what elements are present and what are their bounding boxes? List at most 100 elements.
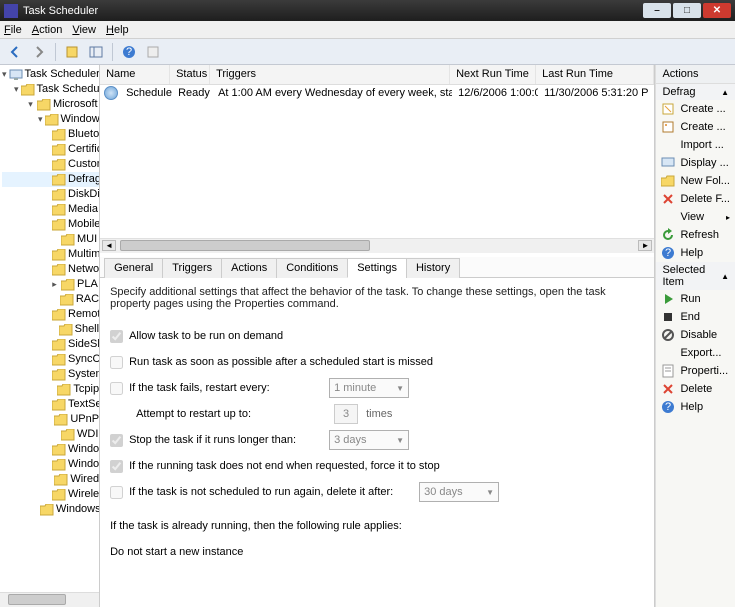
- action-export[interactable]: Export...: [656, 344, 735, 362]
- col-lastrun[interactable]: Last Run Time: [536, 65, 654, 84]
- tree-node-microsoft[interactable]: ▾Microsoft: [2, 97, 99, 112]
- minimize-button[interactable]: –: [643, 3, 671, 18]
- tree-node-customer-expe[interactable]: Customer Expe: [2, 157, 99, 172]
- stop-if-long-checkbox[interactable]: [110, 434, 123, 447]
- col-triggers[interactable]: Triggers: [210, 65, 450, 84]
- tree-node-certificateserv[interactable]: CertificateServ: [2, 142, 99, 157]
- menu-file[interactable]: File: [4, 24, 22, 36]
- tree-node-windowscalen[interactable]: WindowsCalen: [2, 457, 99, 472]
- action-help2[interactable]: ?Help: [656, 398, 735, 416]
- tree-node-task-scheduler-library[interactable]: ▾Task Scheduler Library: [2, 82, 99, 97]
- toolbar-panel-button[interactable]: [85, 42, 107, 62]
- tab-settings[interactable]: Settings: [347, 258, 407, 278]
- tree-node-networkacces[interactable]: NetworkAcces: [2, 262, 99, 277]
- action-disable[interactable]: Disable: [656, 326, 735, 344]
- tree-node-defrag[interactable]: Defrag: [2, 172, 99, 187]
- tree-node-shell[interactable]: Shell: [2, 322, 99, 337]
- blank-icon: [661, 346, 675, 360]
- tab-history[interactable]: History: [406, 258, 460, 278]
- tree-node-diskdiagnostic[interactable]: DiskDiagnostic: [2, 187, 99, 202]
- tree-node-windows-error[interactable]: Windows Error: [2, 442, 99, 457]
- delete-after-checkbox[interactable]: [110, 486, 123, 499]
- tree-node-wdi[interactable]: WDI: [2, 427, 99, 442]
- cell-nextrun: 12/6/2006 1:00:00 AM: [452, 86, 538, 100]
- action-delete-task[interactable]: Delete: [656, 380, 735, 398]
- action-view[interactable]: View▸: [656, 208, 735, 226]
- actions-section-folder[interactable]: Defrag▲: [656, 84, 735, 100]
- run-icon: [661, 292, 675, 306]
- nav-back-button[interactable]: [4, 42, 26, 62]
- action-import[interactable]: Import ...: [656, 136, 735, 154]
- task-row[interactable]: ScheduledD... Ready At 1:00 AM every Wed…: [100, 85, 654, 101]
- menu-help[interactable]: Help: [106, 24, 129, 36]
- close-button[interactable]: ✕: [703, 3, 731, 18]
- folder-icon: [21, 84, 35, 96]
- folder-icon: [52, 249, 66, 261]
- tree-node-bluetooth[interactable]: Bluetooth: [2, 127, 99, 142]
- tab-general[interactable]: General: [104, 258, 163, 278]
- tree-node-windows[interactable]: ▾Windows: [2, 112, 99, 127]
- tree-node-upnp[interactable]: UPnP: [2, 412, 99, 427]
- tree-node-sideshow[interactable]: SideShow: [2, 337, 99, 352]
- column-headers[interactable]: Name Status Triggers Next Run Time Last …: [100, 65, 654, 85]
- task-list[interactable]: Name Status Triggers Next Run Time Last …: [100, 65, 654, 253]
- action-create-task[interactable]: Create ...: [656, 118, 735, 136]
- allow-on-demand-checkbox[interactable]: [110, 330, 123, 343]
- tree-node-synccenter[interactable]: SyncCenter: [2, 352, 99, 367]
- col-name[interactable]: Name: [100, 65, 170, 84]
- tree-node-remoteassista[interactable]: RemoteAssista: [2, 307, 99, 322]
- attempt-count-field[interactable]: 3: [334, 404, 358, 424]
- tree-node-rac[interactable]: RAC: [2, 292, 99, 307]
- action-properties[interactable]: Properti...: [656, 362, 735, 380]
- maximize-button[interactable]: □: [673, 3, 701, 18]
- menu-view[interactable]: View: [72, 24, 96, 36]
- toollbar-action-button[interactable]: [61, 42, 83, 62]
- tree-node-tcpip[interactable]: Tcpip: [2, 382, 99, 397]
- col-status[interactable]: Status: [170, 65, 210, 84]
- tree-node-task-scheduler-local-[interactable]: ▾Task Scheduler (Local): [2, 67, 99, 82]
- toolbar-help-button[interactable]: ?: [118, 42, 140, 62]
- tab-actions[interactable]: Actions: [221, 258, 277, 278]
- menu-action[interactable]: Action: [32, 24, 63, 36]
- tab-triggers[interactable]: Triggers: [162, 258, 222, 278]
- nav-forward-button[interactable]: [28, 42, 50, 62]
- action-display[interactable]: Display ...: [656, 154, 735, 172]
- action-create-basic[interactable]: Create ...: [656, 100, 735, 118]
- action-end[interactable]: End: [656, 308, 735, 326]
- action-delete-folder[interactable]: Delete F...: [656, 190, 735, 208]
- stop-duration-combo[interactable]: 3 days▼: [329, 430, 409, 450]
- cell-lastrun: 11/30/2006 5:31:20 P: [538, 86, 654, 100]
- actions-pane: Actions Defrag▲ Create ...Create ...Impo…: [655, 65, 735, 607]
- folder-icon: [52, 489, 66, 501]
- tree-node-pla[interactable]: ▸PLA: [2, 277, 99, 292]
- list-hscrollbar[interactable]: ◄►: [100, 238, 654, 253]
- tree-node-systemrestore[interactable]: SystemRestore: [2, 367, 99, 382]
- tree-node-windows-defende[interactable]: Windows Defende: [2, 502, 99, 517]
- tree-node-mobilepc[interactable]: MobilePC: [2, 217, 99, 232]
- restart-on-fail-checkbox[interactable]: [110, 382, 123, 395]
- navigation-tree[interactable]: ▾Task Scheduler (Local)▾Task Scheduler L…: [0, 65, 100, 607]
- folder-icon: [60, 294, 74, 306]
- tree-node-wireless[interactable]: Wireless: [2, 487, 99, 502]
- tree-node-multimedia[interactable]: Multimedia: [2, 247, 99, 262]
- actions-section-selected[interactable]: Selected Item▲: [656, 262, 735, 290]
- col-nextrun[interactable]: Next Run Time: [450, 65, 536, 84]
- wizard-icon: [661, 102, 675, 116]
- action-refresh[interactable]: Refresh: [656, 226, 735, 244]
- tree-node-wired[interactable]: Wired: [2, 472, 99, 487]
- restart-interval-combo[interactable]: 1 minute▼: [329, 378, 409, 398]
- run-asap-checkbox[interactable]: [110, 356, 123, 369]
- tree-node-textservicesfra[interactable]: TextServicesFra: [2, 397, 99, 412]
- toolbar-extra-button[interactable]: [142, 42, 164, 62]
- force-stop-checkbox[interactable]: [110, 460, 123, 473]
- tree-hscrollbar[interactable]: [0, 592, 99, 607]
- tree-node-media-center[interactable]: Media Center: [2, 202, 99, 217]
- action-run[interactable]: Run: [656, 290, 735, 308]
- action-help[interactable]: ?Help: [656, 244, 735, 262]
- delete-after-combo[interactable]: 30 days▼: [419, 482, 499, 502]
- delete-icon: [661, 382, 675, 396]
- action-new-folder[interactable]: New Fol...: [656, 172, 735, 190]
- tab-conditions[interactable]: Conditions: [276, 258, 348, 278]
- tree-node-mui[interactable]: MUI: [2, 232, 99, 247]
- svg-text:?: ?: [126, 46, 132, 58]
